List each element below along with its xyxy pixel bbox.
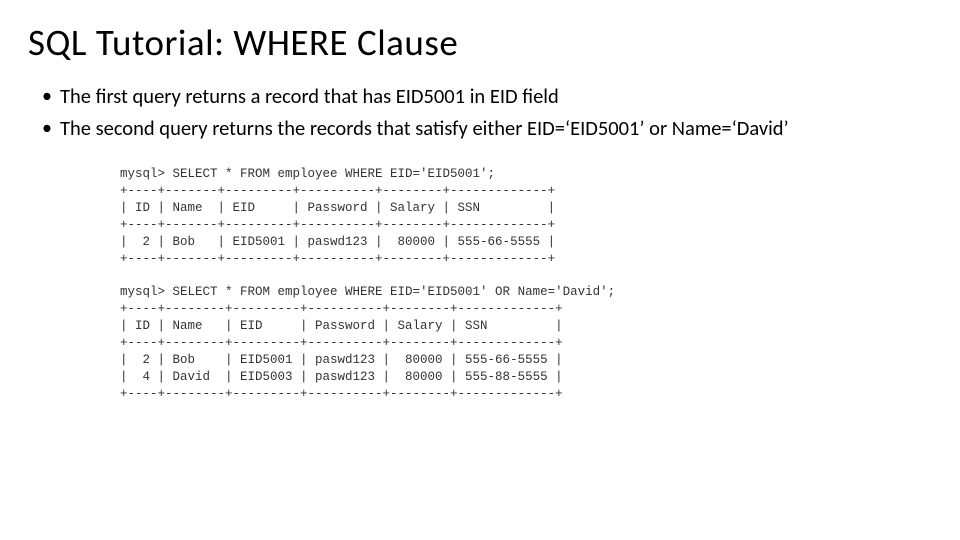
terminal-line: +----+-------+---------+----------+-----… [120, 252, 555, 266]
terminal-line: | 4 | David | EID5003 | paswd123 | 80000… [120, 370, 563, 384]
terminal-line: +----+-------+---------+----------+-----… [120, 184, 555, 198]
terminal-line: | 2 | Bob | EID5001 | paswd123 | 80000 |… [120, 235, 555, 249]
slide-title: SQL Tutorial: WHERE Clause [28, 20, 932, 65]
terminal-output: mysql> SELECT * FROM employee WHERE EID=… [120, 166, 840, 402]
terminal-line: +----+-------+---------+----------+-----… [120, 218, 555, 232]
terminal-line: | ID | Name | EID | Password | Salary | … [120, 319, 563, 333]
bullet-list: The first query returns a record that ha… [28, 83, 932, 142]
bullet-item: The second query returns the records tha… [42, 115, 932, 143]
terminal-line: +----+--------+---------+----------+----… [120, 387, 563, 401]
terminal-line: +----+--------+---------+----------+----… [120, 302, 563, 316]
terminal-line: mysql> SELECT * FROM employee WHERE EID=… [120, 167, 495, 181]
terminal-line: +----+--------+---------+----------+----… [120, 336, 563, 350]
terminal-line: | ID | Name | EID | Password | Salary | … [120, 201, 555, 215]
terminal-line: mysql> SELECT * FROM employee WHERE EID=… [120, 285, 615, 299]
terminal-line: | 2 | Bob | EID5001 | paswd123 | 80000 |… [120, 353, 563, 367]
slide-container: SQL Tutorial: WHERE Clause The first que… [0, 0, 960, 423]
bullet-item: The first query returns a record that ha… [42, 83, 932, 111]
